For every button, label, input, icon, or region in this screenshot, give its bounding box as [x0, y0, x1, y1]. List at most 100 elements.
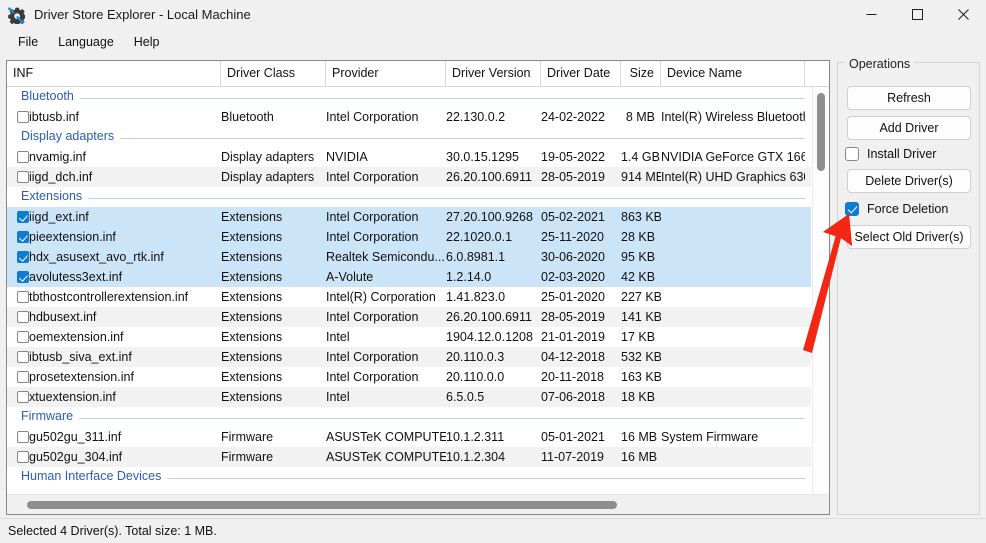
table-row[interactable]: xtuextension.inf Extensions Intel 6.5.0.5 07… [7, 387, 811, 407]
cell-device-name [661, 207, 805, 227]
row-checkbox[interactable] [17, 371, 29, 383]
menu-item-help[interactable]: Help [124, 32, 170, 52]
table-row[interactable]: iigd_ext.inf Extensions Intel Corporation 2… [7, 207, 811, 227]
column-header-label: Size [629, 66, 654, 80]
row-checkbox[interactable] [17, 271, 29, 283]
force-deletion-label: Force Deletion [867, 202, 949, 216]
cell-driver-class: Extensions [221, 330, 283, 344]
close-button[interactable] [940, 0, 986, 29]
gear-wrench-icon [7, 6, 27, 26]
cell-device-name [661, 287, 805, 307]
group-header[interactable]: Human Interface Devices [7, 467, 811, 487]
table-row[interactable]: ibtusb_siva_ext.inf Extensions Intel Corpo… [7, 347, 811, 367]
force-deletion-checkbox[interactable]: Force Deletion [845, 200, 948, 218]
row-checkbox[interactable] [17, 171, 29, 183]
install-driver-checkbox[interactable]: Install Driver [845, 145, 936, 163]
cell-device-name [661, 227, 805, 247]
table-row[interactable]: tbthostcontrollerextension.inf Extensions… [7, 287, 811, 307]
group-header[interactable]: Display adapters [7, 127, 811, 147]
list-horizontal-scrollbar[interactable] [7, 494, 829, 514]
table-row[interactable]: avolutess3ext.inf Extensions A-Volute 1.2.1… [7, 267, 811, 287]
row-checkbox[interactable] [17, 351, 29, 363]
maximize-button[interactable] [894, 0, 940, 29]
cell-driver-date: 25-11-2020 [541, 230, 605, 244]
cell-size: 8 MB [625, 110, 655, 124]
column-header-driver-class[interactable]: Driver Class ⌃ [221, 61, 326, 86]
delete-drivers-button[interactable]: Delete Driver(s) [847, 169, 971, 193]
table-row[interactable]: ibtusb.inf Bluetooth Intel Corporation 22.1… [7, 107, 811, 127]
column-header-inf[interactable]: INF [7, 61, 221, 86]
cell-driver-date: 30-06-2020 [541, 250, 605, 264]
column-header-device-name[interactable]: Device Name [661, 61, 805, 86]
add-driver-button[interactable]: Add Driver [847, 116, 971, 140]
group-header[interactable]: Firmware [7, 407, 811, 427]
cell-size: 914 MB [621, 170, 661, 184]
row-checkbox[interactable] [17, 111, 29, 123]
cell-driver-date: 21-01-2019 [541, 330, 605, 344]
cell-provider: Intel Corporation [326, 170, 419, 184]
minimize-button[interactable] [848, 0, 894, 29]
table-row[interactable]: oemextension.inf Extensions Intel 1904.12.0… [7, 327, 811, 347]
list-vertical-scroll-thumb[interactable] [817, 93, 825, 171]
menu-item-file[interactable]: File [8, 32, 48, 52]
window-controls [848, 0, 986, 29]
row-checkbox[interactable] [17, 231, 29, 243]
cell-driver-class: Display adapters [221, 170, 315, 184]
row-checkbox[interactable] [17, 331, 29, 343]
column-header-driver-version[interactable]: Driver Version [446, 61, 541, 86]
cell-size: 863 KB [621, 210, 661, 224]
table-row[interactable]: pieextension.inf Extensions Intel Corporat… [7, 227, 811, 247]
cell-device-name [661, 267, 805, 287]
row-checkbox[interactable] [17, 311, 29, 323]
cell-driver-date: 25-01-2020 [541, 290, 605, 304]
cell-driver-class: Extensions [221, 230, 283, 244]
title-bar: Driver Store Explorer - Local Machine [0, 0, 986, 29]
table-row[interactable]: hdx_asusext_avo_rtk.inf Extensions Realtek… [7, 247, 811, 267]
table-row[interactable]: iigd_dch.inf Display adapters Intel Corpor… [7, 167, 811, 187]
cell-inf: gu502gu_304.inf [29, 450, 123, 464]
cell-provider: Intel Corporation [326, 350, 419, 364]
group-header[interactable]: Bluetooth [7, 87, 811, 107]
cell-inf: ibtusb.inf [29, 110, 80, 124]
row-checkbox[interactable] [17, 451, 29, 463]
force-deletion-checkbox-box[interactable] [845, 202, 859, 216]
group-header-rule [21, 418, 805, 419]
refresh-button[interactable]: Refresh [847, 86, 971, 110]
cell-device-name: System Firmware [661, 430, 759, 444]
row-checkbox[interactable] [17, 151, 29, 163]
table-row[interactable]: gu502gu_311.inf Firmware ASUSTeK COMPUTE..… [7, 427, 811, 447]
cell-driver-version: 10.1.2.304 [446, 450, 506, 464]
menu-item-language[interactable]: Language [48, 32, 124, 52]
cell-driver-version: 1904.12.0.1208 [446, 330, 533, 344]
table-row[interactable]: prosetextension.inf Extensions Intel Corpo… [7, 367, 811, 387]
column-header-label: Driver Date [547, 66, 611, 80]
row-checkbox[interactable] [17, 431, 29, 443]
column-header-provider[interactable]: Provider [326, 61, 446, 86]
row-checkbox[interactable] [17, 391, 29, 403]
cell-device-name [661, 387, 805, 407]
group-header-label: Human Interface Devices [21, 469, 168, 483]
column-header-label: Driver Version [452, 66, 531, 80]
group-header-label: Extensions [21, 189, 89, 203]
row-checkbox[interactable] [17, 291, 29, 303]
driver-list-view[interactable]: INF Driver Class ⌃ Provider Driver Version Dr… [6, 60, 830, 515]
cell-driver-date: 07-06-2018 [541, 390, 605, 404]
cell-provider: Intel Corporation [326, 110, 419, 124]
column-header-driver-date[interactable]: Driver Date [541, 61, 621, 86]
column-header-size[interactable]: Size [621, 61, 661, 86]
row-checkbox[interactable] [17, 211, 29, 223]
cell-driver-version: 26.20.100.6911 [446, 170, 532, 184]
install-driver-checkbox-box[interactable] [845, 147, 859, 161]
row-checkbox[interactable] [17, 251, 29, 263]
sort-ascending-icon: ⌃ [269, 61, 277, 66]
cell-inf: pieextension.inf [29, 230, 116, 244]
select-old-drivers-button[interactable]: Select Old Driver(s) [847, 225, 971, 249]
group-header[interactable]: Extensions [7, 187, 811, 207]
table-row[interactable]: nvamig.inf Display adapters NVIDIA 30.0.15.… [7, 147, 811, 167]
list-vertical-scrollbar[interactable] [812, 87, 829, 493]
table-row[interactable]: gu502gu_304.inf Firmware ASUSTeK COMPUTE..… [7, 447, 811, 467]
table-row[interactable]: hdbusext.inf Extensions Intel Corporation 2… [7, 307, 811, 327]
cell-provider: ASUSTeK COMPUTE... [326, 450, 446, 464]
list-horizontal-scroll-thumb[interactable] [27, 501, 617, 509]
cell-size: 42 KB [621, 270, 656, 284]
